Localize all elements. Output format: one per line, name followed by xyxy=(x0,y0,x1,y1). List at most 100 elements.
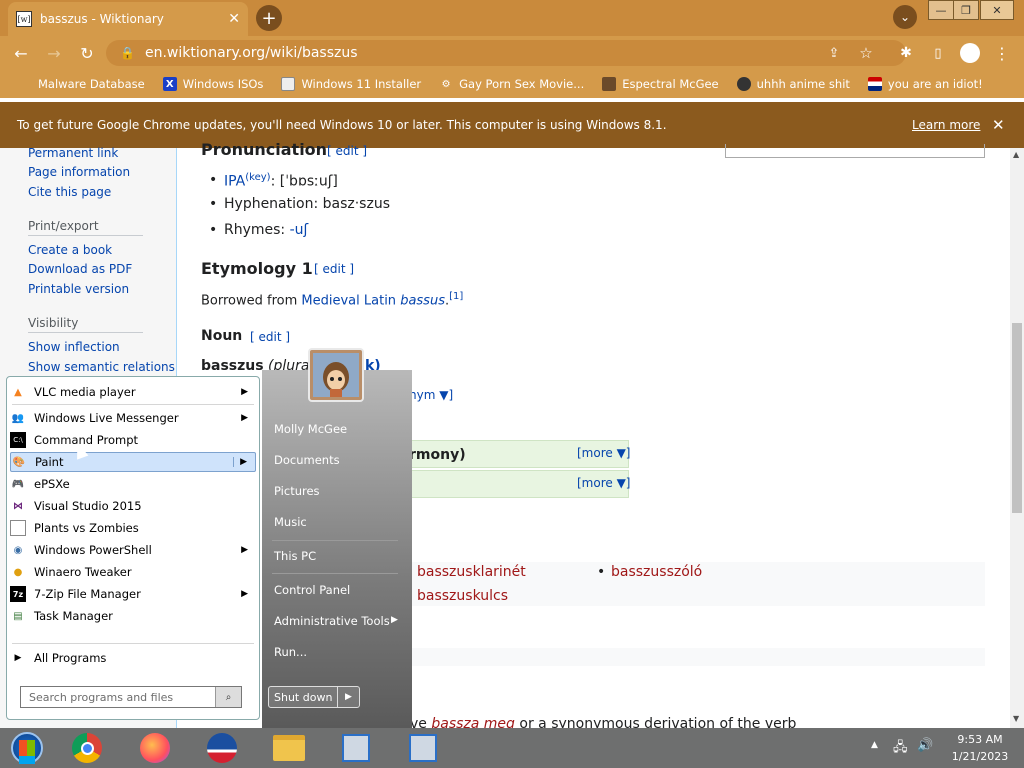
close-window-button[interactable]: ✕ xyxy=(980,0,1014,20)
ipa-key-link[interactable]: (key) xyxy=(245,172,270,183)
chrome-icon[interactable] xyxy=(64,730,110,766)
edit-link[interactable]: [ edit ] xyxy=(314,262,354,276)
sidebar-cite-this-page[interactable]: Cite this page xyxy=(28,185,111,199)
close-infobar-icon[interactable]: ✕ xyxy=(992,116,1005,134)
reference-link[interactable]: [1] xyxy=(449,291,463,302)
bookmark-anime[interactable]: uhhh anime shit xyxy=(736,77,850,91)
start-orb-icon[interactable] xyxy=(4,730,50,766)
bookmark-you-are-an-idiot[interactable]: you are an idiot! xyxy=(867,77,983,91)
rhymes-link[interactable]: -uʃ xyxy=(290,222,309,238)
right-link-documents[interactable]: Documents xyxy=(274,453,340,467)
right-link-user[interactable]: Molly McGee xyxy=(274,422,347,436)
sidebar-permanent-link[interactable]: Permanent link xyxy=(28,146,118,160)
shut-down-options-icon[interactable]: ▶ xyxy=(337,687,359,707)
sidebar-create-book[interactable]: Create a book xyxy=(28,243,112,257)
compound-link[interactable]: basszusszóló xyxy=(611,564,702,580)
volume-icon[interactable]: 🔊 xyxy=(917,738,933,753)
address-bar[interactable]: 🔒 en.wiktionary.org/wiki/basszus xyxy=(106,40,906,66)
share-icon[interactable]: ⇪ xyxy=(822,41,846,65)
network-setup-icon[interactable] xyxy=(333,730,379,766)
synonym-toggle[interactable]: nym ▼] xyxy=(409,388,453,402)
search-icon[interactable]: ⌕ xyxy=(215,687,241,707)
more-button[interactable]: [more ▼] xyxy=(577,476,631,490)
forward-button[interactable]: → xyxy=(42,41,66,65)
close-tab-icon[interactable]: ✕ xyxy=(228,11,240,27)
compound-link[interactable]: basszuskulcs xyxy=(417,588,508,604)
bookmark-star-icon[interactable]: ☆ xyxy=(854,41,878,65)
program-command-prompt[interactable]: C:\ Command Prompt xyxy=(10,430,256,450)
bullet: • xyxy=(209,196,218,212)
bookmark-4[interactable]: ⚙ Gay Porn Sex Movie... xyxy=(439,77,585,91)
reload-button[interactable]: ↻ xyxy=(75,41,99,65)
edit-link[interactable]: [ edit ] xyxy=(327,144,367,158)
side-panel-icon[interactable]: ▯ xyxy=(926,41,950,65)
bullet: • xyxy=(209,222,218,238)
program-vlc[interactable]: ▲ VLC media player ▶ xyxy=(10,382,256,402)
network-setup-icon[interactable] xyxy=(400,730,446,766)
restore-button[interactable]: ❐ xyxy=(953,0,979,20)
rhymes-line: Rhymes: -uʃ xyxy=(224,222,309,238)
right-link-pictures[interactable]: Pictures xyxy=(274,484,320,498)
program-winaero-tweaker[interactable]: ● Winaero Tweaker xyxy=(10,562,256,582)
network-icon[interactable]: 🖧 xyxy=(893,738,908,760)
scrollbar-thumb[interactable] xyxy=(1012,323,1022,513)
extensions-icon[interactable]: ✱ xyxy=(894,41,918,65)
right-link-run[interactable]: Run... xyxy=(274,645,307,659)
image-icon xyxy=(281,77,296,91)
scroll-down-icon[interactable]: ▼ xyxy=(1013,714,1019,723)
browser-tab[interactable]: [w] basszus - Wiktionary ✕ xyxy=(8,2,248,36)
bookmark-espectral-mcgee[interactable]: Espectral McGee xyxy=(602,77,719,91)
sidebar-show-semantic-relations[interactable]: Show semantic relations xyxy=(28,360,175,374)
medieval-latin-link[interactable]: Medieval Latin xyxy=(301,293,396,308)
more-button[interactable]: [more ▼] xyxy=(577,446,631,460)
file-explorer-icon[interactable] xyxy=(266,730,312,766)
anime-icon xyxy=(736,77,751,91)
bookmark-windows-11-installer[interactable]: Windows 11 Installer xyxy=(281,77,421,91)
user-avatar[interactable] xyxy=(308,348,364,402)
compound-link[interactable]: basszusklarinét xyxy=(417,564,526,580)
system-clock[interactable]: 9:53 AM 1/21/2023 xyxy=(940,731,1020,765)
avatar-icon xyxy=(602,77,617,91)
right-link-music[interactable]: Music xyxy=(274,515,307,529)
bookmark-malware-database[interactable]: Malware Database xyxy=(18,77,145,91)
all-programs-button[interactable]: ▶ All Programs xyxy=(10,648,256,668)
program-epsxe[interactable]: 🎮 ePSXe xyxy=(10,474,256,494)
sidebar-printable-version[interactable]: Printable version xyxy=(28,282,129,296)
divider xyxy=(28,235,143,236)
right-link-this-pc[interactable]: This PC xyxy=(274,549,316,563)
program-windows-live-messenger[interactable]: 👥 Windows Live Messenger ▶ xyxy=(10,408,256,428)
back-button[interactable]: ← xyxy=(9,41,33,65)
menu-icon[interactable]: ⋮ xyxy=(990,41,1014,65)
firefox-icon[interactable] xyxy=(132,730,178,766)
obama-logo-icon[interactable] xyxy=(199,730,245,766)
ipa-link[interactable]: IPA xyxy=(224,174,245,190)
learn-more-link[interactable]: Learn more xyxy=(912,118,980,132)
right-link-administrative-tools[interactable]: Administrative Tools xyxy=(274,614,390,628)
clock-date: 1/21/2023 xyxy=(951,750,1009,763)
tab-search-button[interactable]: ⌄ xyxy=(893,5,917,29)
chrome-update-infobar: To get future Google Chrome updates, you… xyxy=(0,102,1024,148)
sidebar-show-inflection[interactable]: Show inflection xyxy=(28,340,120,354)
sidebar-page-information[interactable]: Page information xyxy=(28,165,130,179)
profile-icon[interactable] xyxy=(958,41,982,65)
program-windows-powershell[interactable]: ◉ Windows PowerShell ▶ xyxy=(10,540,256,560)
program-task-manager[interactable]: ▤ Task Manager xyxy=(10,606,256,626)
program-paint[interactable]: 🎨 Paint ▶ xyxy=(10,452,256,472)
shut-down-button[interactable]: Shut down ▶ xyxy=(268,686,360,708)
bullet: • xyxy=(597,564,606,580)
program-visual-studio[interactable]: ⋈ Visual Studio 2015 xyxy=(10,496,256,516)
edit-link[interactable]: [ edit ] xyxy=(250,330,290,344)
program-7zip[interactable]: 7z 7-Zip File Manager ▶ xyxy=(10,584,256,604)
bookmark-windows-isos[interactable]: X Windows ISOs xyxy=(162,77,263,91)
program-plants-vs-zombies[interactable]: Plants vs Zombies xyxy=(10,518,256,538)
gamepad-icon: 🎮 xyxy=(11,478,25,490)
show-hidden-icons-icon[interactable]: ▲ xyxy=(871,740,878,750)
sidebar-download-pdf[interactable]: Download as PDF xyxy=(28,262,132,276)
divider xyxy=(272,540,398,541)
right-link-control-panel[interactable]: Control Panel xyxy=(274,583,350,597)
scroll-up-icon[interactable]: ▲ xyxy=(1013,150,1019,159)
new-tab-button[interactable]: + xyxy=(256,5,282,31)
bassus-link[interactable]: bassus xyxy=(400,293,445,308)
start-search-input[interactable]: Search programs and files ⌕ xyxy=(20,686,242,708)
minimize-button[interactable]: — xyxy=(928,0,954,20)
